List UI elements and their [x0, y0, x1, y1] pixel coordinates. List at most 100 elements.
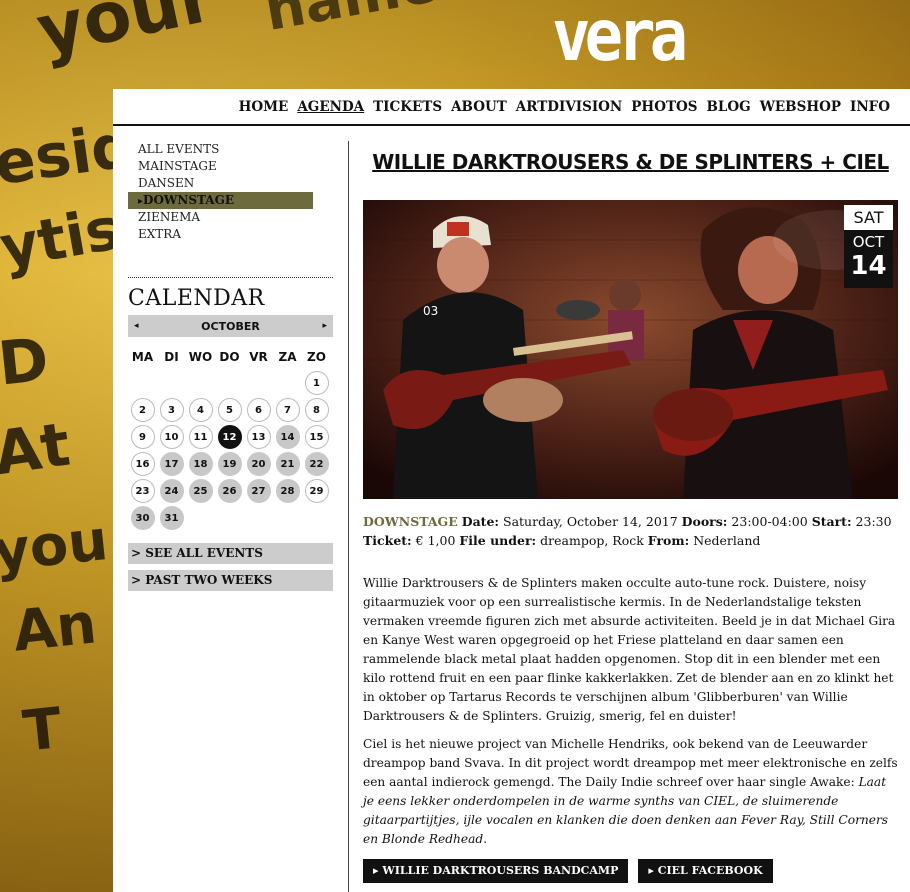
calendar-day[interactable]: 10: [159, 425, 184, 449]
calendar-day[interactable]: 30: [130, 506, 155, 530]
band-photo-illustration: 03: [363, 200, 898, 499]
calendar-month-label: OCTOBER: [201, 319, 260, 333]
category-item-mainstage[interactable]: MAINSTAGE: [128, 158, 333, 175]
calendar-cell: 15: [302, 425, 331, 449]
calendar-day[interactable]: 8: [304, 398, 329, 422]
weekday-header: MA: [131, 350, 154, 364]
past-two-weeks-button[interactable]: > PAST TWO WEEKS: [128, 570, 333, 591]
calendar-cell: 29: [302, 479, 331, 503]
nav-item-blog[interactable]: BLOG: [707, 99, 751, 115]
calendar-cell: [186, 371, 215, 395]
calendar-day[interactable]: 18: [188, 452, 213, 476]
prev-month-arrow-icon[interactable]: ◂: [134, 321, 139, 331]
calendar-cell: 2: [128, 398, 157, 422]
svg-text:03: 03: [423, 304, 438, 318]
calendar-day[interactable]: 22: [304, 452, 329, 476]
calendar-cell: 4: [186, 398, 215, 422]
event-venue-link[interactable]: DOWNSTAGE: [363, 514, 458, 529]
calendar-day[interactable]: 14: [275, 425, 300, 449]
calendar-day[interactable]: 28: [275, 479, 300, 503]
page-container: HOME AGENDA TICKETS ABOUT ARTDIVISION PHOTOS B…: [113, 89, 910, 892]
calendar-day[interactable]: 13: [246, 425, 271, 449]
calendar-grid: MA DI WO DO VR ZA ZO 1 2 3 4 5 6 7 8 9 10 11 12 13 14 15 16 17 1…: [128, 346, 333, 530]
date-badge-month: OCT: [852, 233, 885, 251]
category-item-zienema[interactable]: ZIENEMA: [128, 209, 333, 226]
calendar-day[interactable]: 27: [246, 479, 271, 503]
nav-item-info[interactable]: INFO: [850, 99, 890, 115]
background-handwriting: An: [10, 591, 100, 665]
nav-item-agenda[interactable]: AGENDA: [297, 99, 364, 115]
calendar-cell: 17: [157, 452, 186, 476]
category-item-all-events[interactable]: ALL EVENTS: [128, 141, 333, 158]
calendar-day[interactable]: 17: [159, 452, 184, 476]
start-label: Start:: [811, 514, 852, 529]
calendar-day[interactable]: 5: [217, 398, 242, 422]
nav-item-photos[interactable]: PHOTOS: [631, 99, 697, 115]
calendar-day[interactable]: 24: [159, 479, 184, 503]
calendar-day[interactable]: 16: [130, 452, 155, 476]
calendar-day[interactable]: 2: [130, 398, 155, 422]
calendar-blank: [247, 371, 271, 395]
calendar-cell: 21: [273, 452, 302, 476]
calendar-day[interactable]: 25: [188, 479, 213, 503]
background-handwriting: you: [0, 507, 112, 585]
calendar-day[interactable]: 7: [275, 398, 300, 422]
category-item-extra[interactable]: EXTRA: [128, 226, 333, 243]
calendar-day[interactable]: 31: [159, 506, 184, 530]
category-item-dansen[interactable]: DANSEN: [128, 175, 333, 192]
next-month-arrow-icon[interactable]: ▸: [322, 321, 327, 331]
calendar-cell: 3: [157, 398, 186, 422]
calendar-day[interactable]: 1: [304, 371, 329, 395]
nav-item-artdivision[interactable]: ARTDIVISION: [516, 99, 622, 115]
nav-item-tickets[interactable]: TICKETS: [373, 99, 442, 115]
calendar-day[interactable]: 15: [304, 425, 329, 449]
calendar-day[interactable]: 9: [130, 425, 155, 449]
event-description: Willie Darktrousers & de Splinters maken…: [363, 574, 898, 849]
calendar-day[interactable]: 20: [246, 452, 271, 476]
calendar-cell: 31: [157, 506, 186, 530]
top-navigation: HOME AGENDA TICKETS ABOUT ARTDIVISION PHOTOS B…: [113, 89, 910, 126]
date-badge: SAT OCT 14: [844, 205, 893, 288]
calendar-cell: 20: [244, 452, 273, 476]
date-badge-weekday: SAT: [844, 205, 893, 230]
calendar-cell: 26: [215, 479, 244, 503]
background-handwriting: T: [20, 696, 65, 765]
calendar-day[interactable]: 3: [159, 398, 184, 422]
calendar-day[interactable]: 21: [275, 452, 300, 476]
description-paragraph-2: Ciel is het nieuwe project van Michelle …: [363, 735, 898, 849]
calendar-blank: [189, 371, 213, 395]
calendar-blank: [131, 371, 155, 395]
event-links: ▸ WILLIE DARKTROUSERS BANDCAMP ▸ CIEL FA…: [363, 859, 898, 883]
nav-item-home[interactable]: HOME: [239, 99, 289, 115]
divider: [128, 277, 333, 278]
bandcamp-link-button[interactable]: ▸ WILLIE DARKTROUSERS BANDCAMP: [363, 859, 629, 883]
calendar-cell: 8: [302, 398, 331, 422]
vera-logo[interactable]: vera: [552, 0, 688, 82]
calendar-day[interactable]: 6: [246, 398, 271, 422]
nav-item-about[interactable]: ABOUT: [451, 99, 507, 115]
calendar-cell: 14: [273, 425, 302, 449]
sidebar: ALL EVENTSMAINSTAGEDANSENDOWNSTAGEZIENEM…: [128, 141, 333, 591]
nav-item-webshop[interactable]: WEBSHOP: [760, 99, 841, 115]
date-label: Date:: [461, 514, 500, 529]
calendar-cell: 23: [128, 479, 157, 503]
see-all-events-button[interactable]: > SEE ALL EVENTS: [128, 543, 333, 564]
event-meta: DOWNSTAGE Date: Saturday, October 14, 20…: [363, 512, 898, 550]
facebook-link-button[interactable]: ▸ CIEL FACEBOOK: [638, 859, 773, 883]
calendar-day[interactable]: 26: [217, 479, 242, 503]
calendar-cell: 7: [273, 398, 302, 422]
calendar-cell: 10: [157, 425, 186, 449]
calendar-day[interactable]: 19: [217, 452, 242, 476]
calendar-day[interactable]: 11: [188, 425, 213, 449]
from-value: Nederland: [693, 533, 761, 548]
calendar-day[interactable]: 23: [130, 479, 155, 503]
paragraph-2-text: Ciel is het nieuwe project van Michelle …: [363, 737, 898, 789]
calendar-day[interactable]: 12: [217, 425, 242, 449]
calendar-day[interactable]: 4: [188, 398, 213, 422]
category-item-downstage[interactable]: DOWNSTAGE: [128, 192, 313, 209]
calendar-cell: [273, 371, 302, 395]
calendar-cell: 19: [215, 452, 244, 476]
weekday-header: DO: [219, 350, 240, 364]
description-paragraph-1: Willie Darktrousers & de Splinters maken…: [363, 576, 896, 723]
calendar-day[interactable]: 29: [304, 479, 329, 503]
